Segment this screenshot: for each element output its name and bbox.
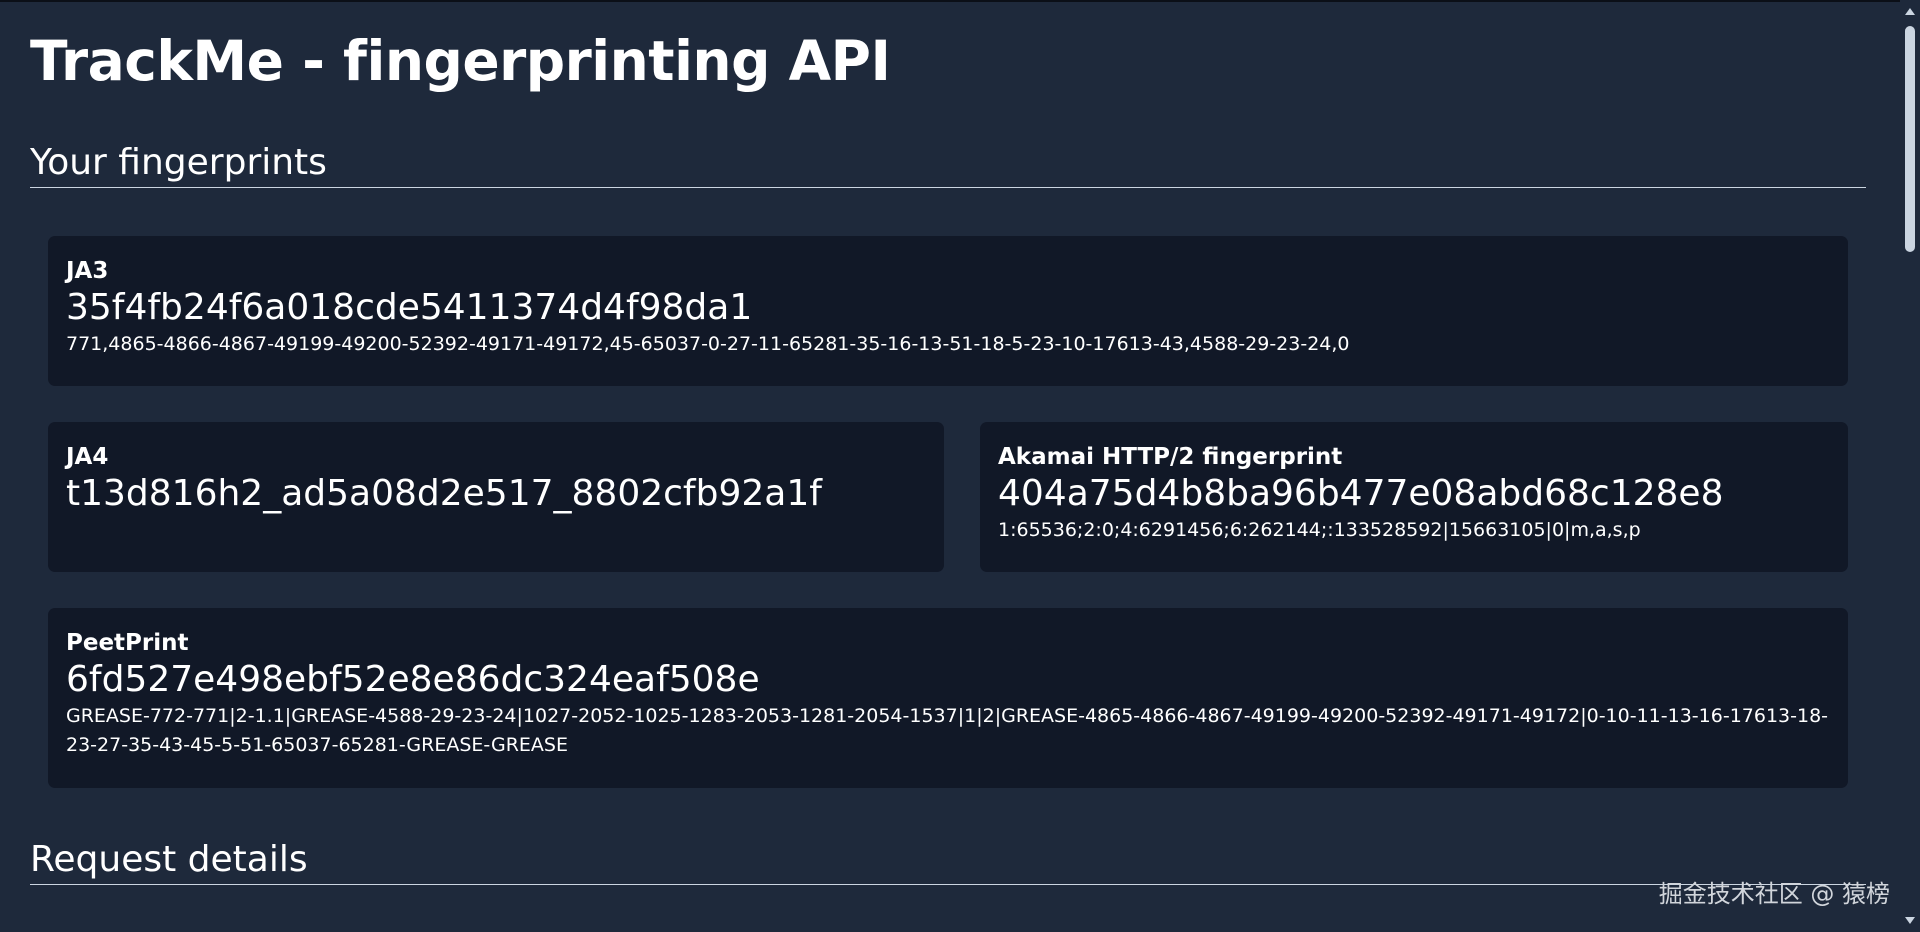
scrollbar-thumb[interactable] (1905, 26, 1915, 252)
ja4-hash: t13d816h2_ad5a08d2e517_8802cfb92a1f (66, 473, 822, 514)
ja3-raw: 771,4865-4866-4867-49199-49200-52392-491… (66, 333, 1350, 355)
akamai-raw: 1:65536;2:0;4:6291456;6:262144;:13352859… (998, 519, 1641, 541)
scroll-down-arrow-icon[interactable] (1905, 917, 1915, 924)
page-content: TrackMe - fingerprinting API Your finger… (30, 0, 1866, 932)
ja4-card: JA4 t13d816h2_ad5a08d2e517_8802cfb92a1f (48, 422, 944, 572)
section-heading-fingerprints: Your fingerprints (30, 139, 1866, 188)
scroll-up-arrow-icon[interactable] (1905, 8, 1915, 15)
ja3-card: JA3 35f4fb24f6a018cde5411374d4f98da1 771… (48, 236, 1848, 386)
ja4-label: JA4 (66, 444, 109, 470)
ja3-hash: 35f4fb24f6a018cde5411374d4f98da1 (66, 287, 753, 328)
peetprint-raw: GREASE-772-771|2-1.1|GREASE-4588-29-23-2… (66, 705, 1829, 756)
ja3-label: JA3 (66, 258, 109, 284)
akamai-card: Akamai HTTP/2 fingerprint 404a75d4b8ba96… (980, 422, 1848, 572)
peetprint-label: PeetPrint (66, 630, 189, 656)
peetprint-hash: 6fd527e498ebf52e8e86dc324eaf508e (66, 659, 760, 700)
page-title: TrackMe - fingerprinting API (30, 29, 891, 93)
peetprint-card: PeetPrint 6fd527e498ebf52e8e86dc324eaf50… (48, 608, 1848, 788)
akamai-hash: 404a75d4b8ba96b477e08abd68c128e8 (998, 473, 1724, 514)
watermark: 掘金技术社区 @ 猿榜 (1658, 880, 1890, 908)
section-heading-request-details: Request details (30, 836, 1866, 885)
akamai-label: Akamai HTTP/2 fingerprint (998, 444, 1343, 470)
vertical-scrollbar[interactable] (1900, 0, 1920, 932)
